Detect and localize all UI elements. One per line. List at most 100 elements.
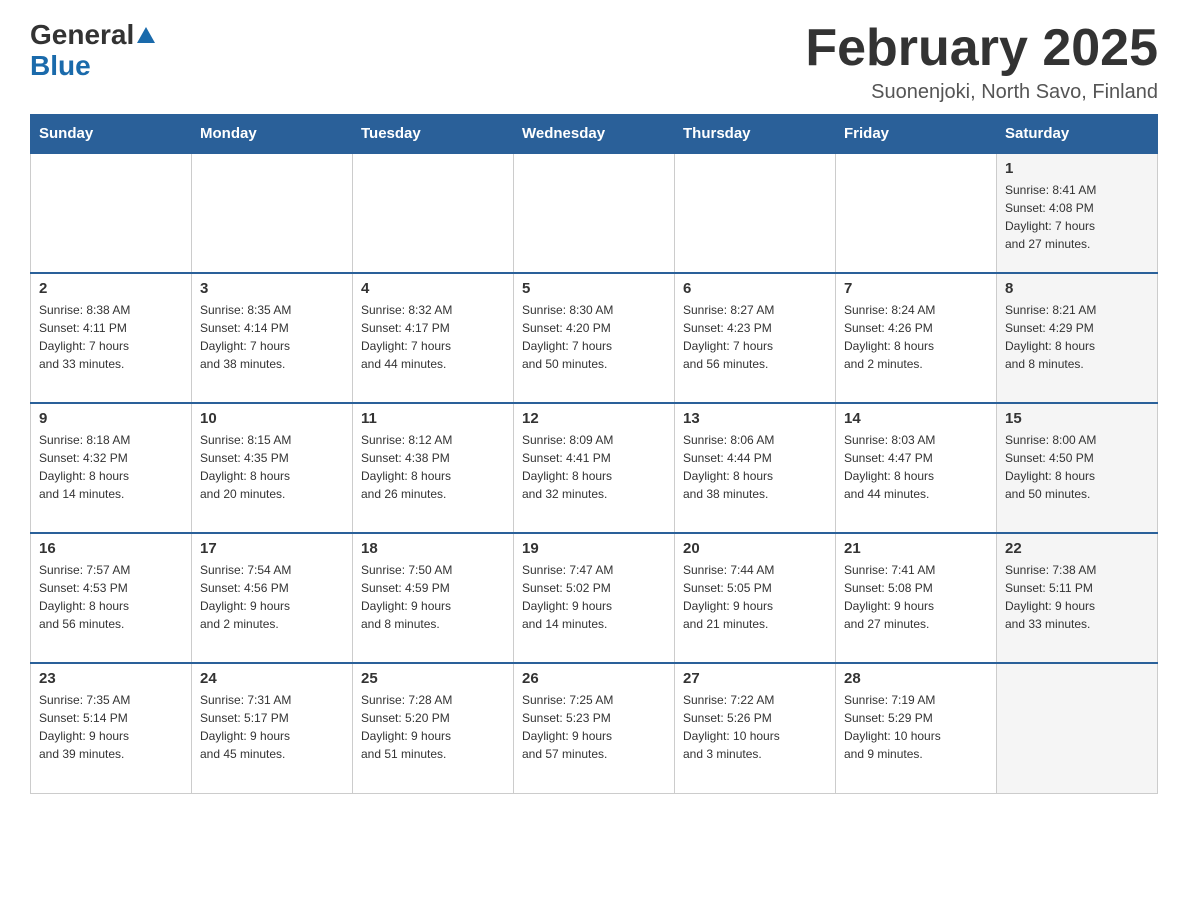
calendar-cell: 9 Sunrise: 8:18 AM Sunset: 4:32 PM Daylig… — [31, 403, 192, 533]
calendar-cell — [31, 153, 192, 273]
day-number: 6 — [683, 280, 827, 297]
page-header: General Blue February 2025 Suonenjoki, N… — [30, 20, 1158, 104]
day-number: 7 — [844, 280, 988, 297]
calendar-cell: 19 Sunrise: 7:47 AM Sunset: 5:02 PM Dayli… — [514, 533, 675, 663]
day-info: Sunrise: 8:21 AM Sunset: 4:29 PM Dayligh… — [1005, 301, 1149, 373]
day-number: 26 — [522, 670, 666, 687]
calendar-cell: 13 Sunrise: 8:06 AM Sunset: 4:44 PM Dayli… — [675, 403, 836, 533]
day-number: 23 — [39, 670, 183, 687]
calendar-cell: 28 Sunrise: 7:19 AM Sunset: 5:29 PM Dayli… — [836, 663, 997, 793]
day-info: Sunrise: 8:15 AM Sunset: 4:35 PM Dayligh… — [200, 431, 344, 503]
day-info: Sunrise: 7:54 AM Sunset: 4:56 PM Dayligh… — [200, 561, 344, 633]
weekday-header-sunday: Sunday — [31, 115, 192, 154]
day-number: 9 — [39, 410, 183, 427]
day-info: Sunrise: 8:30 AM Sunset: 4:20 PM Dayligh… — [522, 301, 666, 373]
day-info: Sunrise: 7:47 AM Sunset: 5:02 PM Dayligh… — [522, 561, 666, 633]
weekday-header-thursday: Thursday — [675, 115, 836, 154]
day-info: Sunrise: 7:41 AM Sunset: 5:08 PM Dayligh… — [844, 561, 988, 633]
day-info: Sunrise: 8:32 AM Sunset: 4:17 PM Dayligh… — [361, 301, 505, 373]
logo: General Blue — [30, 20, 155, 82]
calendar-cell: 8 Sunrise: 8:21 AM Sunset: 4:29 PM Daylig… — [997, 273, 1158, 403]
calendar-cell — [514, 153, 675, 273]
calendar-cell: 15Sunrise: 8:00 AM Sunset: 4:50 PM Dayli… — [997, 403, 1158, 533]
day-number: 5 — [522, 280, 666, 297]
day-number: 15 — [1005, 410, 1149, 427]
calendar-cell — [192, 153, 353, 273]
day-info: Sunrise: 8:41 AM Sunset: 4:08 PM Dayligh… — [1005, 181, 1149, 253]
calendar-cell: 22 Sunrise: 7:38 AM Sunset: 5:11 PM Dayli… — [997, 533, 1158, 663]
day-number: 20 — [683, 540, 827, 557]
calendar-cell: 11 Sunrise: 8:12 AM Sunset: 4:38 PM Dayli… — [353, 403, 514, 533]
day-number: 13 — [683, 410, 827, 427]
calendar-cell: 4 Sunrise: 8:32 AM Sunset: 4:17 PM Daylig… — [353, 273, 514, 403]
calendar-cell: 23 Sunrise: 7:35 AM Sunset: 5:14 PM Dayli… — [31, 663, 192, 793]
calendar-cell: 26 Sunrise: 7:25 AM Sunset: 5:23 PM Dayli… — [514, 663, 675, 793]
weekday-header-friday: Friday — [836, 115, 997, 154]
day-number: 1 — [1005, 160, 1149, 177]
weekday-header-tuesday: Tuesday — [353, 115, 514, 154]
day-info: Sunrise: 7:57 AM Sunset: 4:53 PM Dayligh… — [39, 561, 183, 633]
week-row-1: 1 Sunrise: 8:41 AM Sunset: 4:08 PM Daylig… — [31, 153, 1158, 273]
calendar-cell: 7 Sunrise: 8:24 AM Sunset: 4:26 PM Daylig… — [836, 273, 997, 403]
logo-general-line: General — [30, 20, 155, 51]
calendar-cell: 14 Sunrise: 8:03 AM Sunset: 4:47 PM Dayli… — [836, 403, 997, 533]
day-number: 17 — [200, 540, 344, 557]
day-number: 28 — [844, 670, 988, 687]
day-info: Sunrise: 7:28 AM Sunset: 5:20 PM Dayligh… — [361, 691, 505, 763]
day-info: Sunrise: 7:38 AM Sunset: 5:11 PM Dayligh… — [1005, 561, 1149, 633]
logo-triangle-icon — [137, 27, 155, 43]
calendar-cell: 10 Sunrise: 8:15 AM Sunset: 4:35 PM Dayli… — [192, 403, 353, 533]
calendar-title: February 2025 — [805, 20, 1158, 77]
day-number: 24 — [200, 670, 344, 687]
day-info: Sunrise: 8:06 AM Sunset: 4:44 PM Dayligh… — [683, 431, 827, 503]
title-area: February 2025 Suonenjoki, North Savo, Fi… — [805, 20, 1158, 104]
day-number: 22 — [1005, 540, 1149, 557]
calendar-cell: 17 Sunrise: 7:54 AM Sunset: 4:56 PM Dayli… — [192, 533, 353, 663]
calendar-cell: 21 Sunrise: 7:41 AM Sunset: 5:08 PM Dayli… — [836, 533, 997, 663]
weekday-header-row: SundayMondayTuesdayWednesdayThursdayFrid… — [31, 115, 1158, 154]
calendar-cell: 16Sunrise: 7:57 AM Sunset: 4:53 PM Dayli… — [31, 533, 192, 663]
day-number: 12 — [522, 410, 666, 427]
calendar-cell: 27Sunrise: 7:22 AM Sunset: 5:26 PM Dayli… — [675, 663, 836, 793]
day-info: Sunrise: 8:12 AM Sunset: 4:38 PM Dayligh… — [361, 431, 505, 503]
day-info: Sunrise: 8:03 AM Sunset: 4:47 PM Dayligh… — [844, 431, 988, 503]
calendar-cell: 12 Sunrise: 8:09 AM Sunset: 4:41 PM Dayli… — [514, 403, 675, 533]
day-info: Sunrise: 8:09 AM Sunset: 4:41 PM Dayligh… — [522, 431, 666, 503]
day-number: 19 — [522, 540, 666, 557]
day-info: Sunrise: 8:24 AM Sunset: 4:26 PM Dayligh… — [844, 301, 988, 373]
day-info: Sunrise: 7:25 AM Sunset: 5:23 PM Dayligh… — [522, 691, 666, 763]
week-row-2: 2 Sunrise: 8:38 AM Sunset: 4:11 PM Daylig… — [31, 273, 1158, 403]
calendar-cell: 3 Sunrise: 8:35 AM Sunset: 4:14 PM Daylig… — [192, 273, 353, 403]
calendar-cell: 1 Sunrise: 8:41 AM Sunset: 4:08 PM Daylig… — [997, 153, 1158, 273]
day-info: Sunrise: 7:44 AM Sunset: 5:05 PM Dayligh… — [683, 561, 827, 633]
calendar-cell — [353, 153, 514, 273]
day-number: 11 — [361, 410, 505, 427]
day-number: 10 — [200, 410, 344, 427]
calendar-cell — [997, 663, 1158, 793]
day-number: 3 — [200, 280, 344, 297]
day-info: Sunrise: 7:35 AM Sunset: 5:14 PM Dayligh… — [39, 691, 183, 763]
calendar-cell: 24Sunrise: 7:31 AM Sunset: 5:17 PM Dayli… — [192, 663, 353, 793]
week-row-4: 16Sunrise: 7:57 AM Sunset: 4:53 PM Dayli… — [31, 533, 1158, 663]
day-info: Sunrise: 7:19 AM Sunset: 5:29 PM Dayligh… — [844, 691, 988, 763]
day-number: 14 — [844, 410, 988, 427]
day-number: 21 — [844, 540, 988, 557]
weekday-header-wednesday: Wednesday — [514, 115, 675, 154]
calendar-cell: 20 Sunrise: 7:44 AM Sunset: 5:05 PM Dayli… — [675, 533, 836, 663]
calendar-subtitle: Suonenjoki, North Savo, Finland — [805, 81, 1158, 104]
calendar-cell — [675, 153, 836, 273]
day-number: 2 — [39, 280, 183, 297]
day-number: 4 — [361, 280, 505, 297]
day-info: Sunrise: 8:38 AM Sunset: 4:11 PM Dayligh… — [39, 301, 183, 373]
weekday-header-monday: Monday — [192, 115, 353, 154]
logo-general-text: General — [30, 20, 134, 51]
calendar-cell: 5 Sunrise: 8:30 AM Sunset: 4:20 PM Daylig… — [514, 273, 675, 403]
calendar-cell: 25Sunrise: 7:28 AM Sunset: 5:20 PM Dayli… — [353, 663, 514, 793]
day-info: Sunrise: 8:35 AM Sunset: 4:14 PM Dayligh… — [200, 301, 344, 373]
day-info: Sunrise: 7:50 AM Sunset: 4:59 PM Dayligh… — [361, 561, 505, 633]
day-info: Sunrise: 8:18 AM Sunset: 4:32 PM Dayligh… — [39, 431, 183, 503]
day-info: Sunrise: 8:27 AM Sunset: 4:23 PM Dayligh… — [683, 301, 827, 373]
day-number: 8 — [1005, 280, 1149, 297]
calendar-cell: 6 Sunrise: 8:27 AM Sunset: 4:23 PM Daylig… — [675, 273, 836, 403]
day-number: 27 — [683, 670, 827, 687]
